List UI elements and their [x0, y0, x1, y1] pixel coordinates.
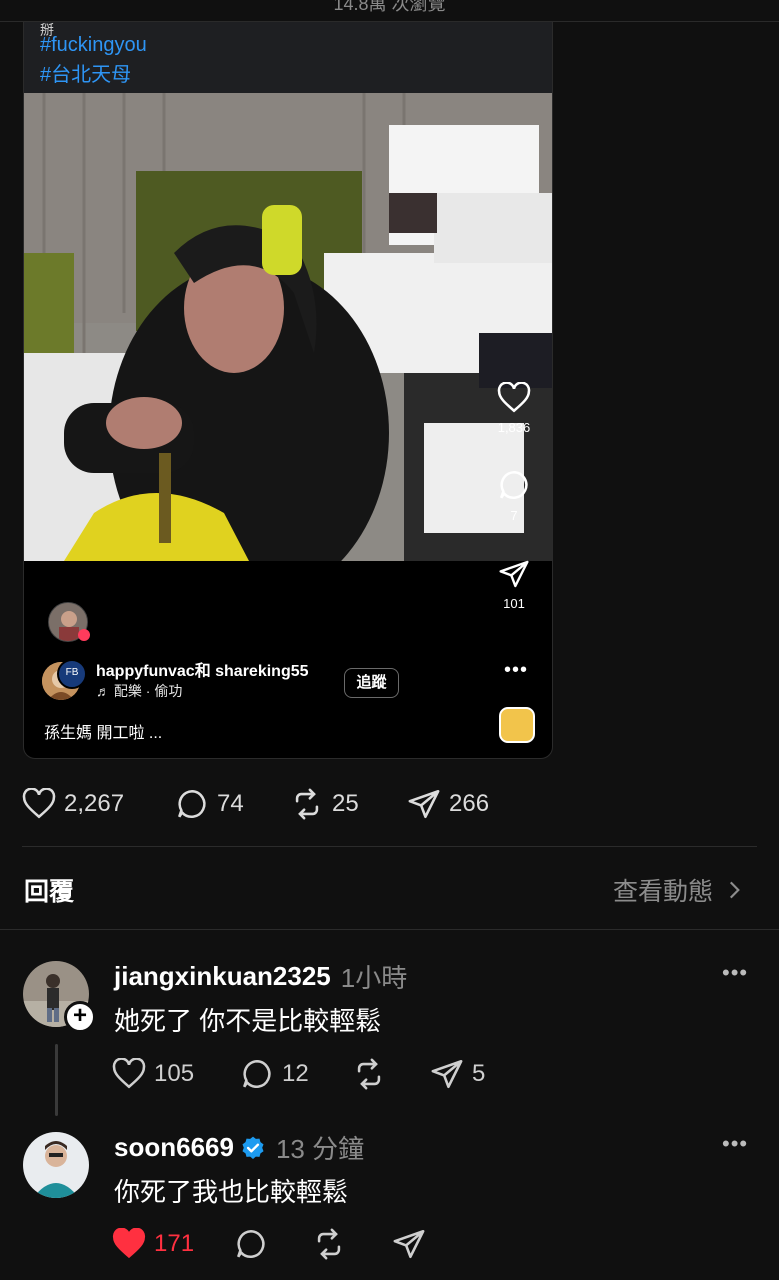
comment-like-button[interactable]: 171	[112, 1224, 194, 1264]
replies-heading: 回覆	[24, 878, 75, 906]
comment-reply-count: 12	[282, 1060, 309, 1087]
comment-text: 你死了我也比較輕鬆	[114, 1177, 349, 1207]
video-still-image	[24, 93, 552, 561]
heart-filled-icon	[112, 1228, 146, 1259]
repost-button[interactable]: 25	[290, 784, 359, 824]
hashtag-link[interactable]: #fuckingyou	[40, 34, 147, 57]
more-options-icon[interactable]: •••	[722, 960, 748, 986]
comment-like-count: 171	[154, 1230, 195, 1257]
comment-reply-button[interactable]	[234, 1224, 276, 1264]
heart-icon	[22, 788, 56, 819]
comment-share-count: 5	[472, 1060, 486, 1087]
fb-badge-icon: FB	[57, 659, 87, 689]
repost-count: 25	[332, 790, 359, 817]
divider	[22, 846, 757, 847]
chevron-right-icon	[729, 881, 740, 899]
heart-badge-icon	[78, 629, 90, 641]
comment-share-button[interactable]	[392, 1224, 434, 1264]
verified-badge-icon	[242, 1136, 264, 1159]
top-bar: 14.8萬 次瀏覽	[0, 0, 779, 22]
username-text[interactable]: soon6669	[114, 1132, 234, 1163]
more-options-icon[interactable]: •••	[722, 1131, 748, 1157]
reply-button[interactable]: 74	[175, 784, 244, 824]
divider	[0, 929, 779, 930]
like-button[interactable]: 2,267	[22, 784, 124, 824]
send-icon	[431, 1059, 463, 1089]
share-button[interactable]: 266	[407, 784, 489, 824]
embedded-video-card[interactable]: 掰 #fuckingyou #台北天母 1,836 7 101 FB happy…	[23, 22, 553, 759]
video-share-action[interactable]: 101	[476, 558, 552, 611]
comment-like-count: 105	[154, 1060, 195, 1087]
comment-text: 她死了 你不是比較輕鬆	[114, 1006, 382, 1036]
video-comment-action[interactable]: 7	[476, 468, 552, 523]
views-count: 14.8萬 次瀏覽	[333, 0, 446, 14]
send-icon	[408, 789, 440, 819]
repost-icon	[357, 1058, 381, 1090]
thread-line	[55, 1044, 58, 1116]
music-label[interactable]: ♬ 配樂 · 偷功	[96, 681, 182, 701]
repost-icon	[295, 788, 319, 820]
send-icon	[393, 1229, 425, 1259]
video-frame[interactable]	[24, 93, 552, 561]
heart-icon	[497, 382, 531, 413]
video-comment-count: 7	[510, 508, 518, 523]
video-description: 孫生媽 開工啦 ...	[44, 725, 163, 742]
like-count: 2,267	[64, 790, 125, 817]
heart-icon	[112, 1058, 146, 1089]
comment-like-button[interactable]: 105	[112, 1054, 194, 1094]
follow-plus-icon[interactable]: +	[64, 1001, 96, 1033]
comment-username[interactable]: soon6669 13 分鐘	[114, 1129, 364, 1166]
share-count: 266	[449, 790, 490, 817]
comment-actions: 171	[112, 1224, 612, 1264]
post-actions-bar: 2,267 74 25 266	[22, 784, 542, 824]
music-disc-icon[interactable]	[499, 707, 535, 743]
comment-icon	[237, 1229, 265, 1258]
comment-share-button[interactable]: 5	[430, 1054, 485, 1094]
comment-repost-button[interactable]	[312, 1224, 354, 1264]
comment-reply-button[interactable]: 12	[240, 1054, 309, 1094]
avatar-image	[23, 1132, 89, 1198]
creator-names[interactable]: happyfunvac和 shareking55	[96, 657, 309, 681]
view-activity-link[interactable]: 查看動態	[613, 872, 747, 908]
embed-caption: 掰 #fuckingyou #台北天母	[24, 22, 552, 93]
hashtag-link[interactable]: #台北天母	[40, 58, 131, 87]
comment-icon	[178, 789, 206, 818]
comment-username[interactable]: jiangxinkuan2325 1小時	[114, 958, 407, 995]
comment-time: 13 分鐘	[275, 1134, 365, 1164]
view-activity-label: 查看動態	[612, 878, 713, 906]
reply-count: 74	[217, 790, 244, 817]
video-like-count: 1,836	[497, 420, 531, 435]
comment-icon	[243, 1059, 271, 1088]
video-share-count: 101	[503, 596, 525, 611]
comment-time: 1小時	[340, 963, 408, 993]
comment-avatar[interactable]	[23, 1132, 89, 1198]
comment-icon	[500, 470, 528, 499]
repost-icon	[317, 1228, 341, 1260]
comment-actions: 105 12 5	[112, 1054, 612, 1094]
follow-button[interactable]: 追蹤	[344, 668, 399, 698]
username-text[interactable]: jiangxinkuan2325	[114, 961, 331, 992]
video-like-action[interactable]: 1,836	[476, 382, 552, 435]
comment-repost-button[interactable]	[352, 1054, 394, 1094]
send-icon	[499, 560, 529, 588]
more-options-icon[interactable]: •••	[504, 659, 528, 682]
